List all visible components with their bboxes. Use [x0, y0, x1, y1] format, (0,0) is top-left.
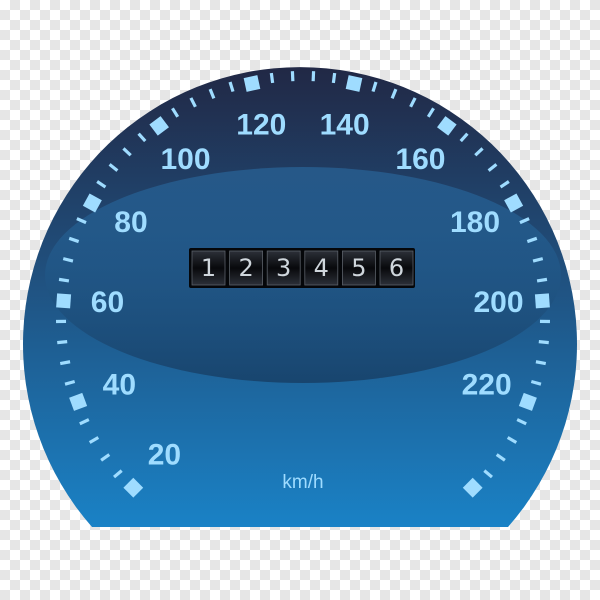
minor-tick: [57, 340, 68, 345]
speed-label-220: 220: [462, 368, 512, 401]
minor-tick: [331, 72, 337, 84]
unit-label: km/h: [282, 472, 323, 493]
odometer-digit: 4: [314, 254, 329, 282]
odometer-digit: 1: [201, 254, 216, 282]
major-tick: [149, 116, 169, 136]
major-tick: [437, 116, 457, 136]
speed-label-40: 40: [103, 368, 136, 401]
major-tick: [345, 75, 363, 92]
odometer: 123456: [189, 248, 415, 288]
speed-label-120: 120: [236, 108, 286, 141]
odometer-digit: 2: [238, 254, 253, 282]
minor-tick: [538, 340, 549, 345]
minor-tick: [536, 277, 548, 283]
major-tick: [504, 193, 524, 213]
minor-tick: [58, 277, 70, 283]
minor-tick: [269, 72, 275, 84]
speed-label-100: 100: [161, 143, 211, 176]
major-tick: [56, 293, 72, 309]
major-tick: [69, 392, 88, 411]
speed-label-80: 80: [114, 206, 147, 239]
major-tick: [534, 293, 550, 309]
speed-label-20: 20: [148, 439, 181, 472]
major-tick: [123, 477, 144, 498]
odometer-digit: 5: [351, 254, 366, 282]
speed-label-180: 180: [450, 206, 500, 239]
minor-tick: [59, 360, 71, 366]
speed-label-60: 60: [91, 286, 124, 319]
minor-tick: [535, 360, 547, 366]
major-tick: [82, 193, 102, 213]
major-tick: [462, 477, 483, 498]
odometer-digit: 3: [276, 254, 291, 282]
speed-label-140: 140: [320, 108, 370, 141]
speedometer-gauge: 20 40 60 80 100 120 140 160180 200 220 123456 km/…: [22, 67, 577, 527]
speed-label-200: 200: [473, 286, 523, 319]
major-tick: [243, 75, 261, 92]
speed-label-160: 160: [395, 143, 445, 176]
major-tick: [518, 392, 537, 411]
odometer-digit: 6: [389, 254, 404, 282]
